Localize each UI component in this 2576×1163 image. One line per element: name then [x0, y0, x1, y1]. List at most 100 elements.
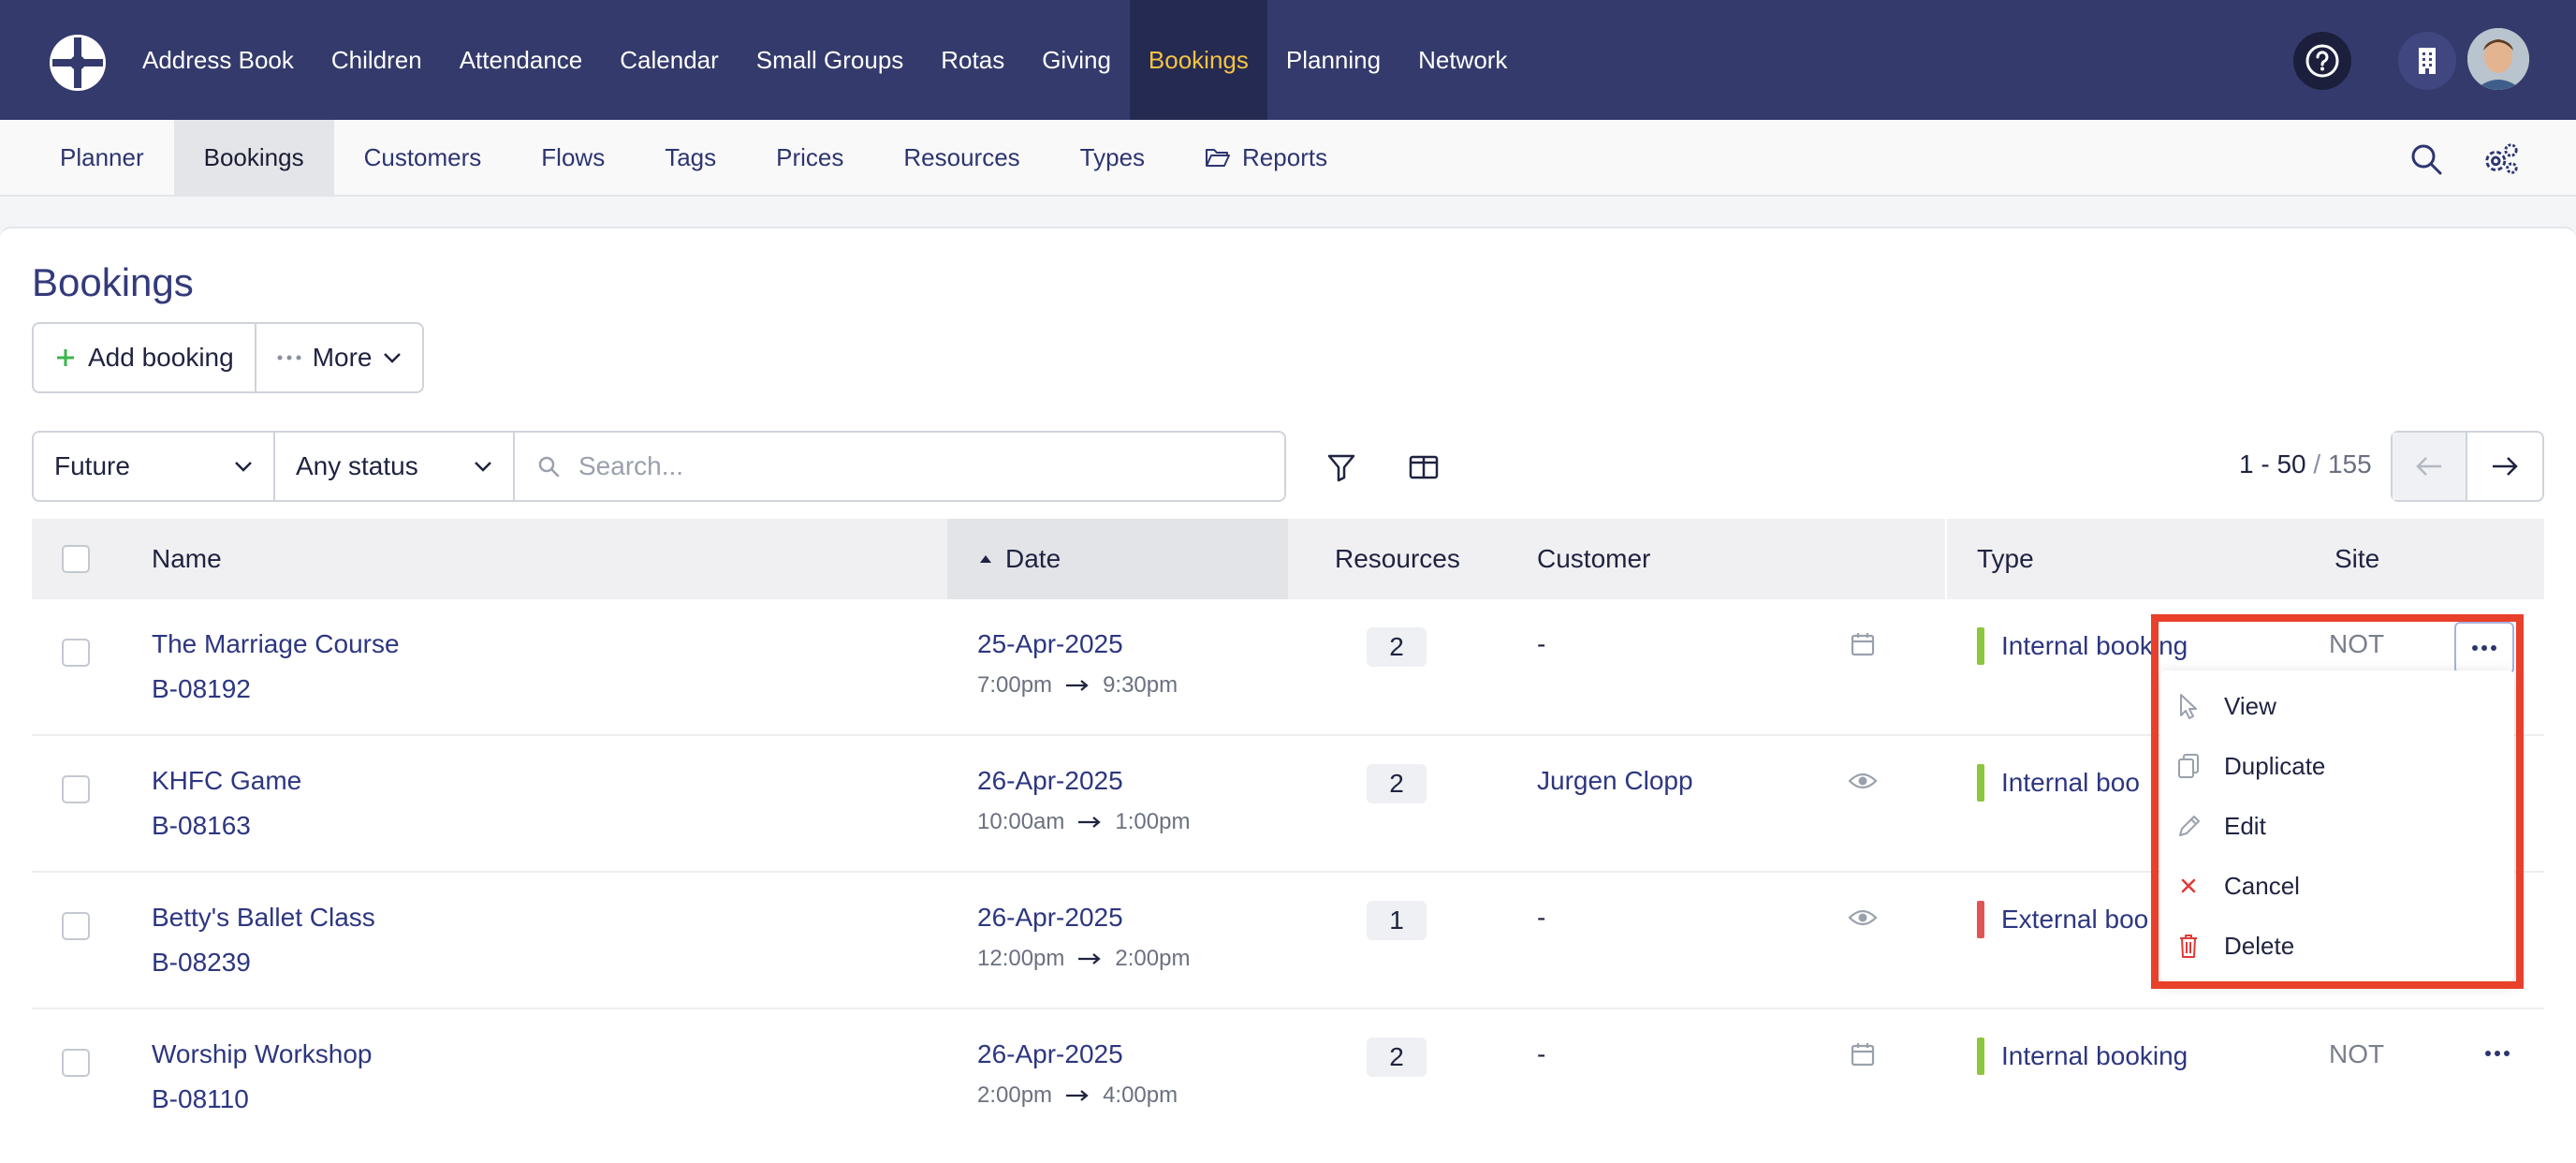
plus-icon — [57, 349, 74, 366]
booking-type[interactable]: Internal boo — [1977, 764, 2140, 802]
booking-date[interactable]: 26-Apr-2025 — [977, 766, 1123, 796]
booking-name-link[interactable]: Betty's Ballet Class — [152, 903, 375, 933]
add-booking-button[interactable]: Add booking — [34, 324, 255, 391]
booking-reference[interactable]: B-08192 — [152, 674, 251, 704]
tab-bookings[interactable]: Bookings — [173, 120, 334, 195]
more-actions-button[interactable]: More — [254, 324, 423, 391]
time-filter-select[interactable]: Future — [34, 433, 273, 500]
booking-name-link[interactable]: KHFC Game — [152, 766, 301, 796]
booking-reference[interactable]: B-08110 — [152, 1084, 249, 1114]
tab-customers[interactable]: Customers — [334, 120, 512, 195]
booking-name-link[interactable]: Worship Workshop — [152, 1039, 373, 1069]
next-page-button[interactable] — [2467, 433, 2542, 500]
customer-value: - — [1537, 629, 1546, 658]
tab-prices[interactable]: Prices — [746, 120, 873, 195]
booking-type[interactable]: External boo — [1977, 901, 2148, 938]
calendar-icon[interactable] — [1850, 1041, 1876, 1072]
type-color-bar — [1977, 1038, 1984, 1075]
arrow-right-icon — [1066, 1090, 1089, 1101]
column-header-site[interactable]: Site — [2334, 519, 2379, 599]
column-header-name[interactable]: Name — [152, 519, 222, 599]
nav-item-rotas[interactable]: Rotas — [922, 0, 1023, 120]
booking-date[interactable]: 26-Apr-2025 — [977, 1039, 1123, 1069]
booking-reference[interactable]: B-08163 — [152, 811, 251, 841]
tab-tags[interactable]: Tags — [635, 120, 746, 195]
annotation-highlight-box — [2151, 614, 2524, 989]
organisation-button[interactable] — [2398, 32, 2456, 90]
nav-item-network[interactable]: Network — [1399, 0, 1526, 120]
select-all-checkbox[interactable] — [62, 545, 90, 573]
booking-reference[interactable]: B-08239 — [152, 948, 251, 978]
start-time: 12:00pm — [977, 946, 1065, 971]
row-checkbox[interactable] — [62, 775, 90, 803]
booking-date[interactable]: 26-Apr-2025 — [977, 903, 1123, 933]
column-header-resources[interactable]: Resources — [1335, 519, 1460, 599]
column-header-date[interactable]: Date — [947, 519, 1288, 599]
booking-time-range: 7:00pm 9:30pm — [977, 672, 1178, 699]
building-icon — [2419, 48, 2436, 74]
help-button[interactable] — [2293, 32, 2351, 90]
eye-icon[interactable] — [1848, 770, 1878, 797]
page-title: Bookings — [32, 260, 194, 304]
arrow-left-icon — [2416, 457, 2441, 476]
search-input[interactable] — [578, 451, 1234, 481]
tab-flows[interactable]: Flows — [511, 120, 635, 195]
chevron-down-icon — [384, 353, 402, 363]
pagination-range: 1 - 50 — [2239, 449, 2306, 478]
row-checkbox[interactable] — [62, 639, 90, 667]
column-header-type[interactable]: Type — [1977, 519, 2034, 599]
time-filter-value: Future — [54, 451, 130, 480]
action-button-group: Add booking More — [32, 322, 425, 393]
resources-count-badge: 2 — [1367, 764, 1427, 803]
arrow-right-icon — [1078, 953, 1102, 964]
pagination-summary: 1 - 50 / 155 — [2239, 449, 2372, 479]
nav-item-small-groups[interactable]: Small Groups — [738, 0, 923, 120]
nav-item-attendance[interactable]: Attendance — [441, 0, 602, 120]
eye-icon[interactable] — [1848, 906, 1878, 934]
row-checkbox[interactable] — [62, 1049, 90, 1077]
end-time: 4:00pm — [1103, 1082, 1178, 1108]
column-header-date-label: Date — [1005, 544, 1061, 573]
nav-item-children[interactable]: Children — [313, 0, 441, 120]
tab-reports[interactable]: Reports — [1175, 120, 1357, 195]
booking-type-label: Internal boo — [2001, 768, 2140, 797]
nav-item-address-book[interactable]: Address Book — [124, 0, 313, 120]
status-filter-select[interactable]: Any status — [273, 433, 513, 500]
tab-types[interactable]: Types — [1050, 120, 1175, 195]
nav-item-giving[interactable]: Giving — [1023, 0, 1130, 120]
resources-count-badge: 2 — [1367, 1038, 1427, 1077]
search-icon — [2411, 144, 2442, 175]
booking-type[interactable]: Internal booking — [1977, 1038, 2188, 1075]
start-time: 10:00am — [977, 809, 1065, 834]
pagination-separator: / — [2305, 449, 2328, 478]
pagination-total: 155 — [2327, 449, 2372, 478]
booking-time-range: 2:00pm 4:00pm — [977, 1082, 1178, 1109]
calendar-icon[interactable] — [1850, 631, 1876, 662]
customer-value: - — [1537, 1039, 1546, 1068]
arrow-right-icon — [1066, 680, 1089, 691]
nav-item-calendar[interactable]: Calendar — [601, 0, 738, 120]
tab-planner[interactable]: Planner — [30, 120, 174, 195]
settings-button[interactable] — [2482, 140, 2520, 178]
columns-icon — [1409, 455, 1439, 479]
row-actions-button[interactable] — [2484, 1045, 2510, 1062]
status-filter-value: Any status — [296, 451, 418, 480]
column-header-customer[interactable]: Customer — [1537, 519, 1650, 599]
app-logo-icon[interactable] — [47, 32, 109, 94]
nav-item-planning[interactable]: Planning — [1267, 0, 1399, 120]
resources-count-badge: 2 — [1367, 627, 1427, 667]
table-row[interactable]: Worship Workshop B-08110 26-Apr-2025 2:0… — [32, 1009, 2544, 1146]
row-checkbox[interactable] — [62, 912, 90, 940]
filter-button[interactable] — [1322, 448, 1361, 487]
nav-item-bookings[interactable]: Bookings — [1129, 0, 1267, 120]
columns-button[interactable] — [1404, 448, 1443, 487]
user-avatar[interactable] — [2467, 28, 2529, 90]
booking-date[interactable]: 25-Apr-2025 — [977, 629, 1123, 659]
tab-resources[interactable]: Resources — [873, 120, 1049, 195]
customer-link[interactable]: Jurgen Clopp — [1537, 766, 1693, 796]
type-color-bar — [1977, 901, 1984, 938]
booking-name-link[interactable]: The Marriage Course — [152, 629, 400, 659]
search-button[interactable] — [2408, 140, 2445, 178]
previous-page-button[interactable] — [2393, 433, 2467, 500]
table-header: Name Date Resources Customer Type Site — [32, 519, 2544, 599]
